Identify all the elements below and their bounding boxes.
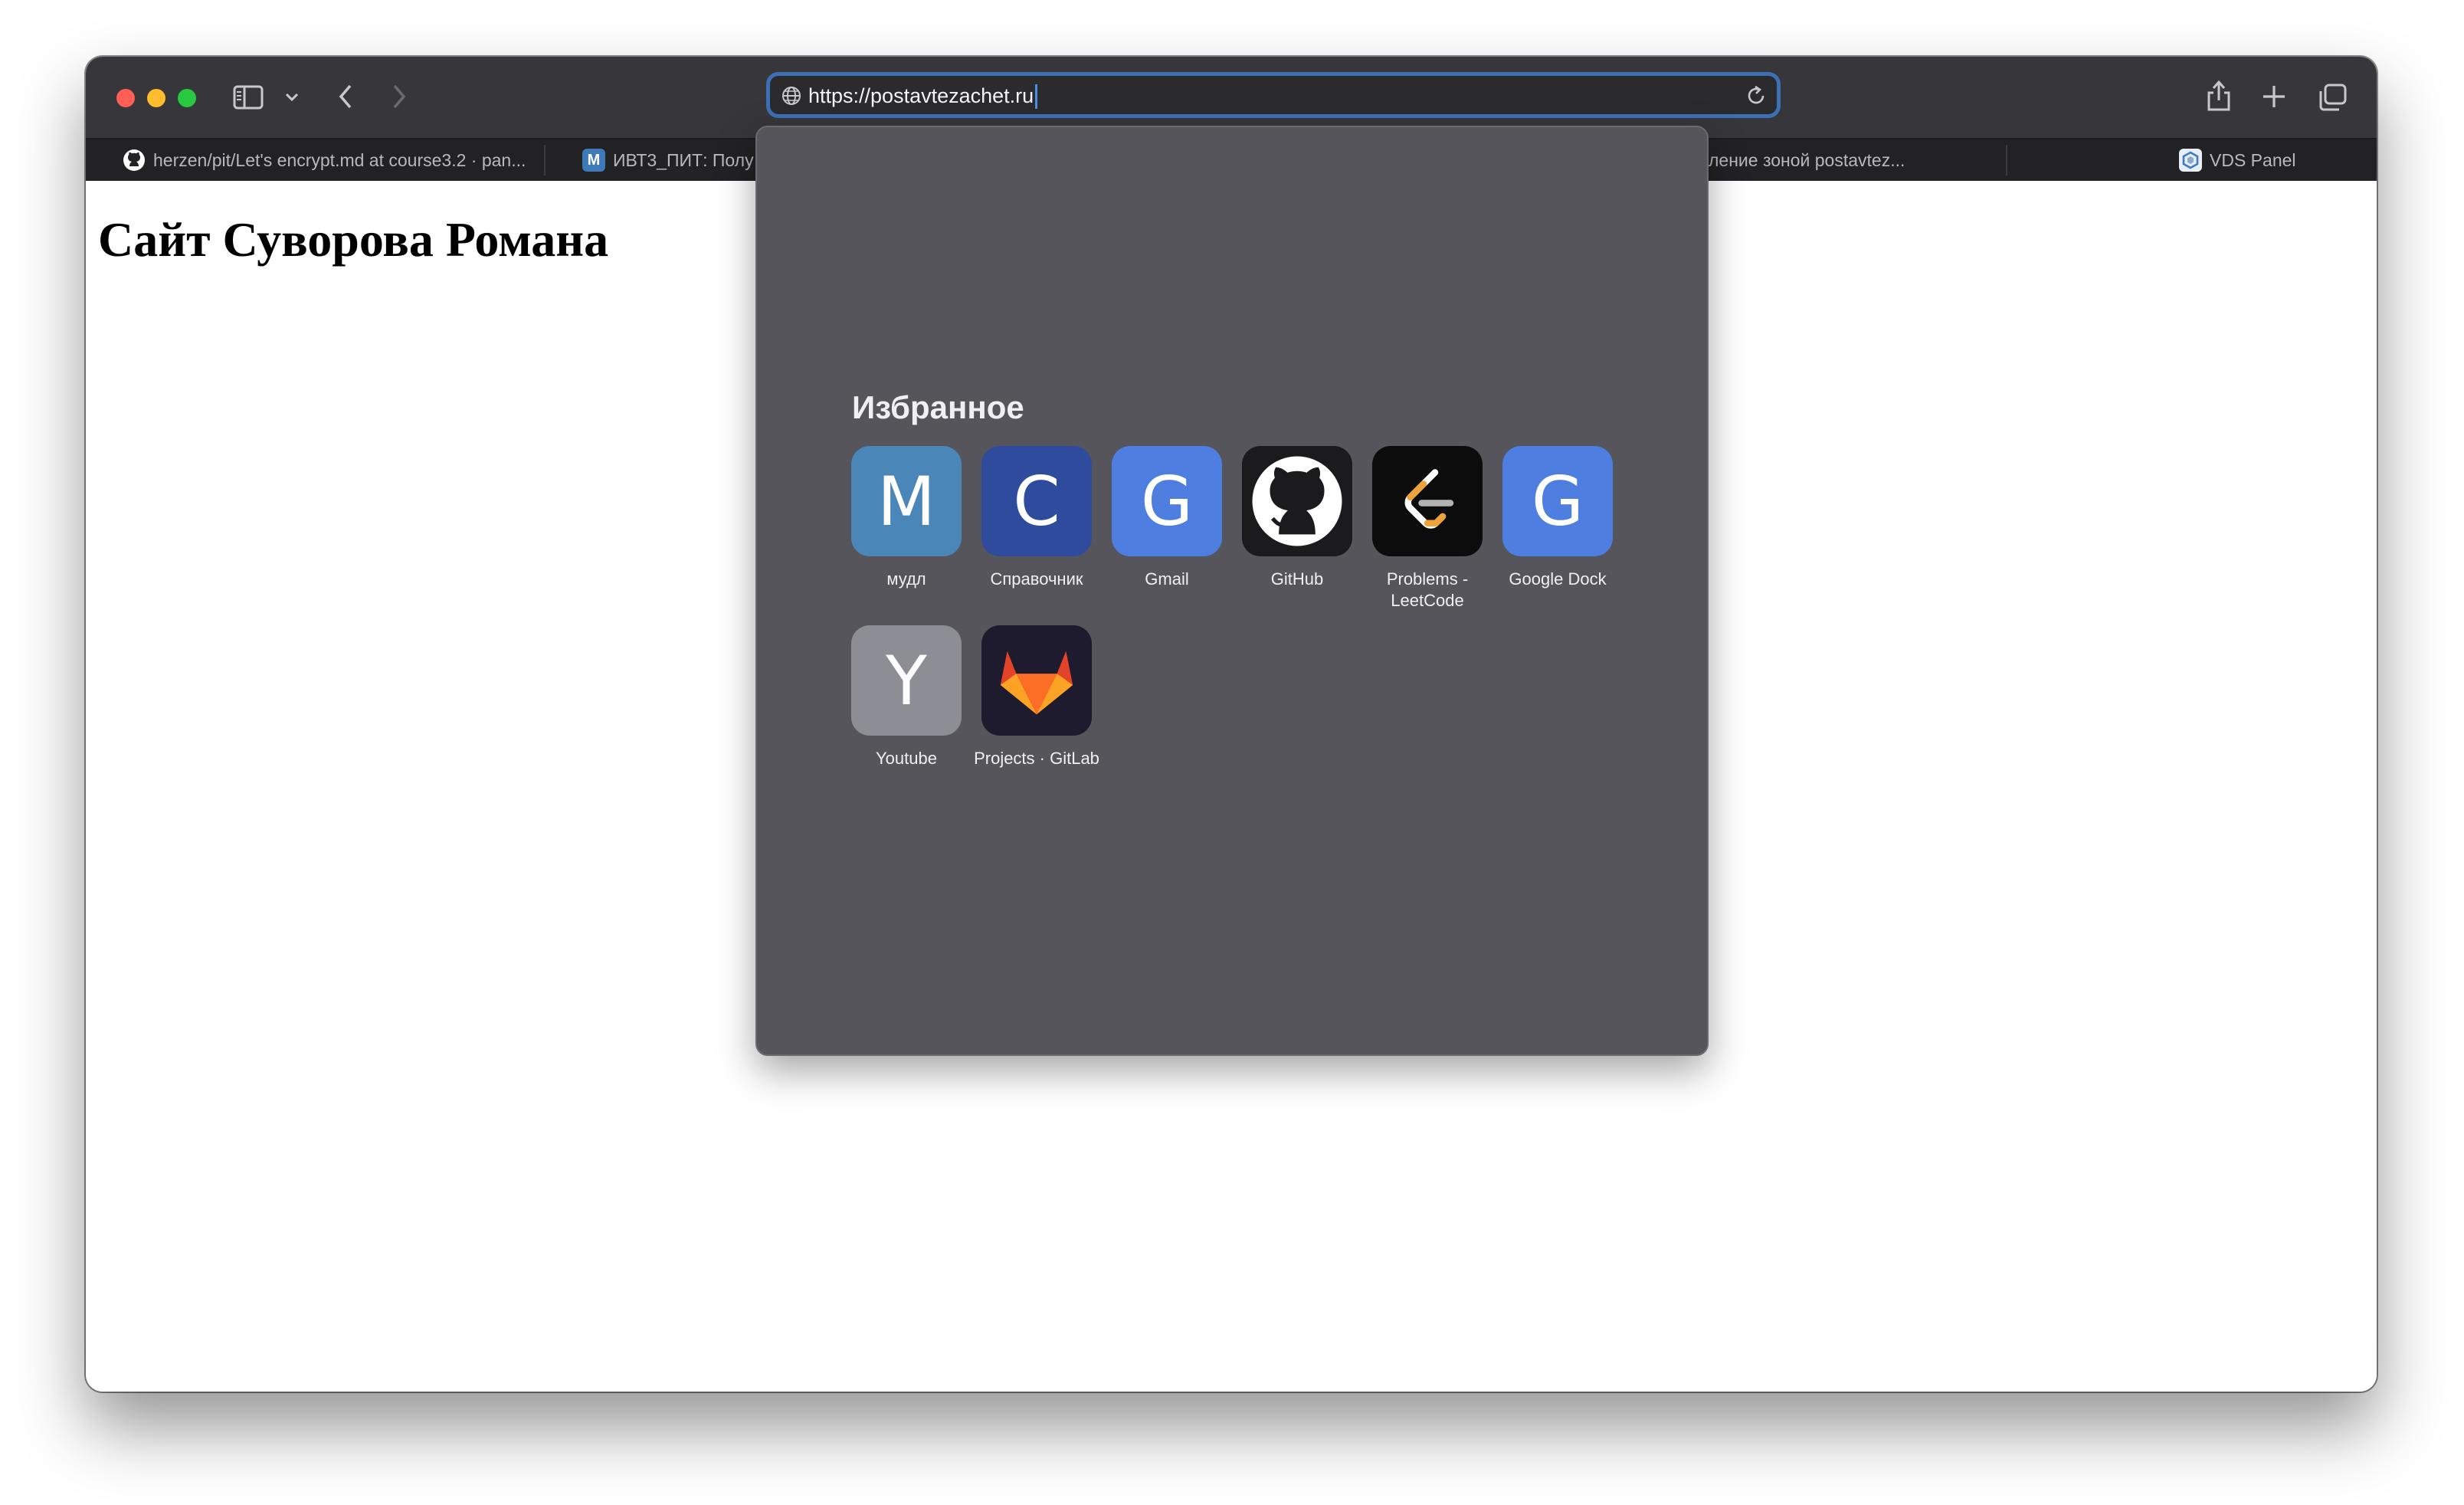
leetcode-icon [1372, 446, 1483, 556]
favorite-label: Problems - LeetCode [1386, 569, 1469, 610]
text-caret [1035, 84, 1037, 109]
minimize-window-button[interactable] [147, 89, 165, 107]
share-icon[interactable] [2204, 78, 2234, 113]
favorite-label: Youtube [876, 749, 937, 768]
globe-icon [781, 85, 802, 107]
moodle-icon: M [582, 149, 605, 172]
tab-vds-panel[interactable]: VDS Panel [2179, 139, 2363, 182]
favorites-title: Избранное [852, 389, 1024, 425]
favorite-reference[interactable]: C Справочник [972, 446, 1102, 590]
favorite-moodle[interactable]: M мудл [841, 446, 972, 590]
tab-label: ИВТ3_ПИТ: Полу [613, 149, 754, 170]
favorite-label: мудл [886, 569, 926, 589]
browser-window: https://postavtezachet.ru herzen/pit/Let… [86, 57, 2377, 1392]
favorite-google-dock[interactable]: G Google Dock [1492, 446, 1623, 590]
chevron-left-icon[interactable] [333, 83, 359, 110]
chevron-right-icon[interactable] [386, 83, 412, 110]
address-bar[interactable]: https://postavtezachet.ru [766, 72, 1781, 118]
tab-label: VDS Panel [2210, 149, 2296, 170]
tab-dns-zone[interactable]: ление зоной postavtez... [1709, 139, 2000, 182]
favorite-gitlab[interactable]: Projects · GitLab [972, 625, 1102, 769]
gmail-letter-tile: G [1112, 446, 1222, 556]
chevron-down-icon[interactable] [283, 89, 300, 106]
youtube-letter-tile: Y [851, 625, 962, 736]
favorite-label: Google Dock [1509, 569, 1607, 589]
reference-letter-tile: C [981, 446, 1092, 556]
moodle-letter-tile: M [851, 446, 962, 556]
favorite-label: GitHub [1270, 569, 1324, 589]
page-heading: Сайт Суворова Романа [98, 212, 609, 267]
url-text[interactable]: https://postavtezachet.ru [808, 84, 1034, 107]
favorite-label: Справочник [990, 569, 1083, 589]
vds-panel-icon [2179, 149, 2202, 172]
favorites-dropdown: Избранное M мудл C Справочник G Gmail Gi… [755, 126, 1709, 1056]
tab-divider [544, 145, 546, 175]
favorite-leetcode[interactable]: Problems - LeetCode [1362, 446, 1492, 612]
sidebar-icon[interactable] [233, 84, 264, 110]
favorite-github[interactable]: GitHub [1232, 446, 1362, 590]
tab-moodle[interactable]: M ИВТ3_ПИТ: Полу [582, 139, 759, 182]
tab-label: ление зоной postavtez... [1709, 149, 1905, 170]
gitlab-icon [981, 625, 1092, 736]
github-icon [123, 149, 146, 172]
tabs-overview-icon[interactable] [2317, 83, 2348, 112]
reload-icon[interactable] [1745, 84, 1768, 107]
favorite-label: Projects · GitLab [974, 749, 1099, 768]
tab-divider [2006, 145, 2007, 175]
github-icon [1242, 446, 1352, 556]
favorite-youtube[interactable]: Y Youtube [841, 625, 972, 769]
favorite-gmail[interactable]: G Gmail [1102, 446, 1232, 590]
favorite-label: Gmail [1145, 569, 1189, 589]
zoom-window-button[interactable] [178, 89, 196, 107]
tab-github[interactable]: herzen/pit/Let's encrypt.md at course3.2… [123, 139, 613, 182]
tab-label: herzen/pit/Let's encrypt.md at course3.2… [153, 149, 526, 170]
close-window-button[interactable] [116, 89, 135, 107]
plus-icon[interactable] [2260, 83, 2288, 110]
google-dock-letter-tile: G [1502, 446, 1613, 556]
